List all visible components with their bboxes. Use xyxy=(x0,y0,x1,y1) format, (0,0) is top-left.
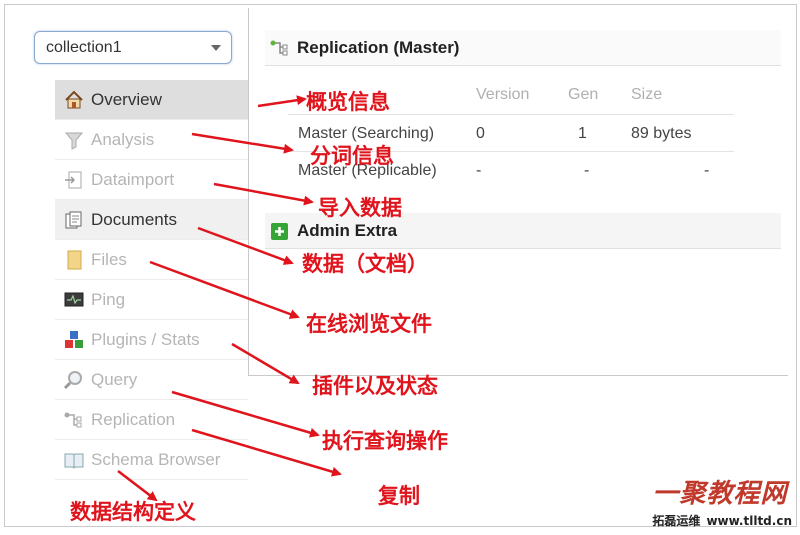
arrow-overview xyxy=(257,95,307,108)
arrow-files xyxy=(149,260,300,319)
annotation-analysis: 分词信息 xyxy=(310,144,394,168)
arrow-analysis xyxy=(191,132,294,154)
annotation-replication: 复制 xyxy=(378,484,420,508)
watermark-title: 一聚教程网 xyxy=(652,479,788,509)
watermark-subtitle: 拓磊运维 xyxy=(652,514,701,528)
arrow-query xyxy=(171,390,320,438)
annotation-documents: 数据（文档） xyxy=(302,252,428,276)
annotation-schema: 数据结构定义 xyxy=(70,500,196,524)
watermark: 一聚教程网 拓磊运维 www.tlltd.cn xyxy=(652,473,792,529)
annotation-files: 在线浏览文件 xyxy=(306,312,432,336)
arrow-plugins xyxy=(231,342,300,385)
annotation-query: 执行查询操作 xyxy=(322,429,448,453)
watermark-url: www.tlltd.cn xyxy=(706,514,792,528)
arrow-dataimport xyxy=(213,182,314,206)
annotation-plugins: 插件以及状态 xyxy=(312,374,438,398)
annotation-dataimport: 导入数据 xyxy=(318,196,402,220)
arrow-documents xyxy=(197,226,294,265)
annotation-overview: 概览信息 xyxy=(306,90,390,114)
arrow-replication xyxy=(191,428,342,477)
solr-admin-screenshot: collection1 Overview Analysis Dataimport xyxy=(0,0,800,535)
